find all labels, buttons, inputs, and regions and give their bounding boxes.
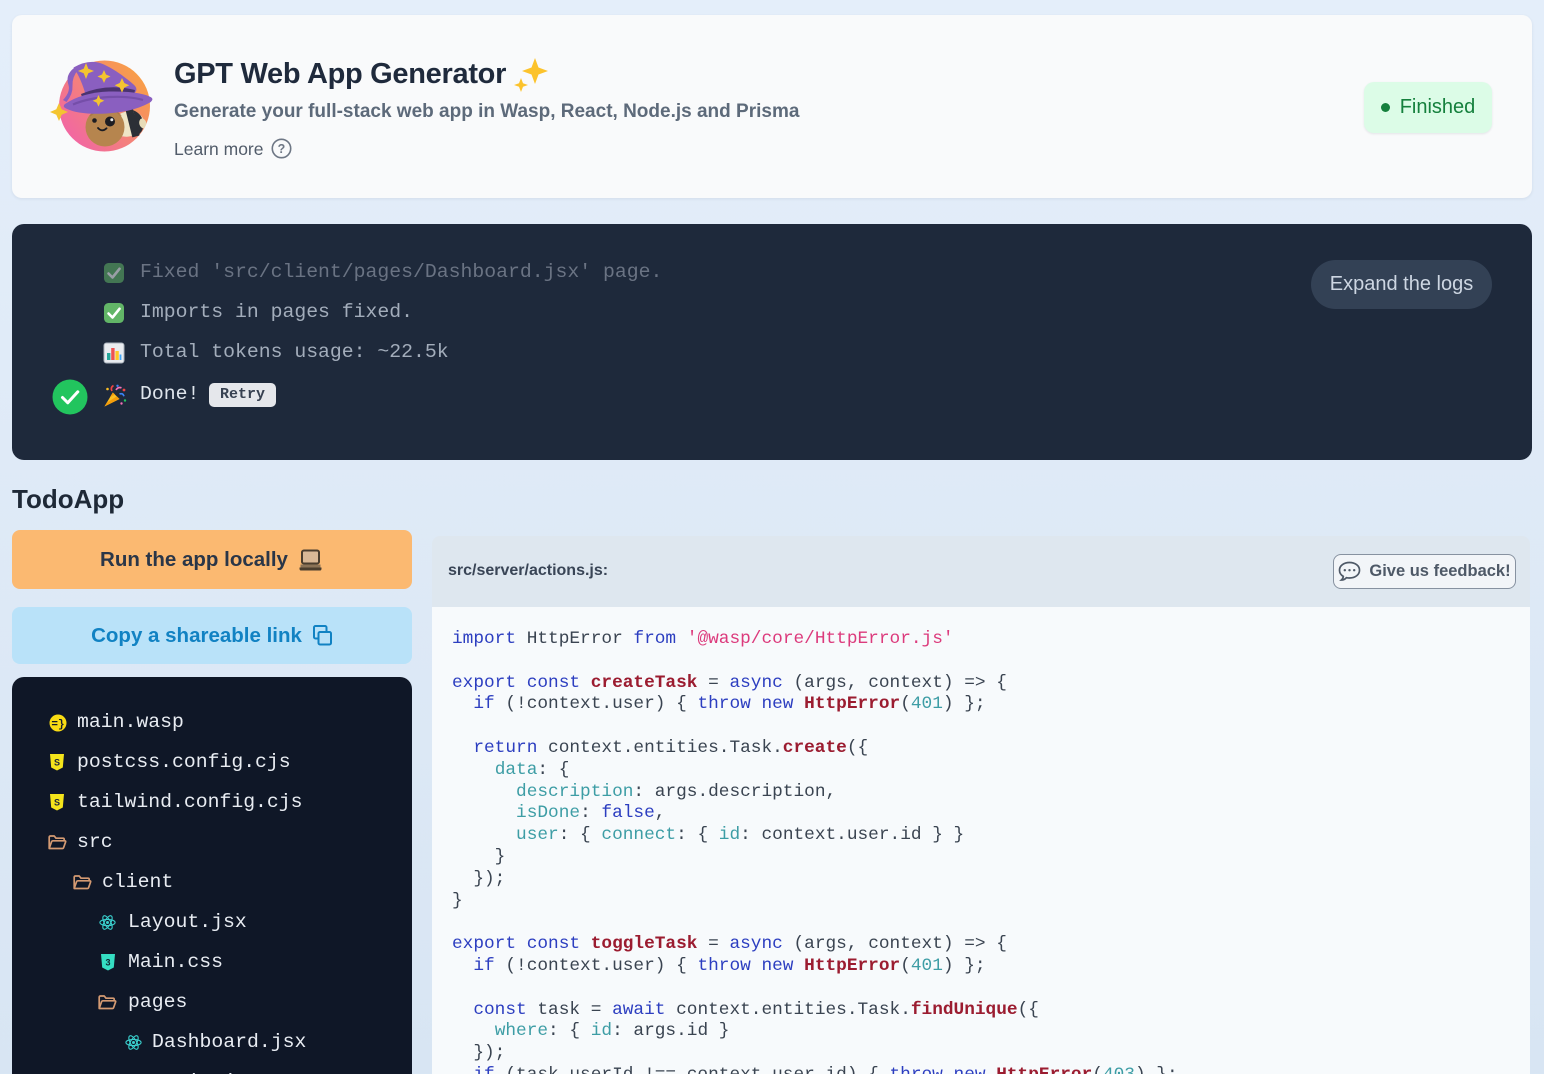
svg-text:3: 3 bbox=[105, 957, 110, 967]
svg-text:S: S bbox=[54, 757, 60, 767]
svg-text:?: ? bbox=[277, 142, 285, 156]
svg-text:S: S bbox=[54, 797, 60, 807]
svg-text:=}: =} bbox=[51, 719, 64, 731]
